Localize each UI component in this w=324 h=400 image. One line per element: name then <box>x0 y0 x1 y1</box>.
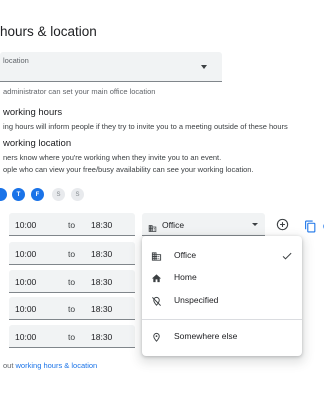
checkmark-icon <box>281 249 293 267</box>
more-options-button[interactable] <box>318 218 324 234</box>
to-label: to <box>68 332 76 342</box>
time-range-row[interactable]: 10:00 to 18:30 <box>9 213 135 236</box>
working-location-title[interactable]: working location <box>3 138 71 149</box>
end-time[interactable]: 18:30 <box>91 249 112 259</box>
end-time[interactable]: 18:30 <box>91 220 112 230</box>
day-toggle-thursday[interactable] <box>0 188 7 201</box>
day-toggle-tuesday[interactable]: T <box>12 188 25 201</box>
to-label: to <box>68 277 76 287</box>
add-time-button[interactable] <box>274 216 290 232</box>
time-range-row[interactable]: 10:00 to 18:30 <box>9 325 135 348</box>
footer-text: out working hours & location <box>3 361 97 370</box>
copy-icon <box>304 220 315 232</box>
footer-prefix: out <box>3 361 16 370</box>
working-location-description: ners know where you're working when they… <box>3 153 222 162</box>
office-location-select[interactable]: location <box>0 52 222 82</box>
location-pin-icon <box>151 330 162 348</box>
to-label: to <box>68 304 76 314</box>
time-range-row[interactable]: 10:00 to 18:30 <box>9 242 135 265</box>
menu-item-label: Office <box>174 250 197 260</box>
start-time[interactable]: 10:00 <box>15 220 36 230</box>
time-range-row[interactable]: 10:00 to 18:30 <box>9 270 135 293</box>
start-time[interactable]: 10:00 <box>15 277 36 287</box>
building-icon <box>151 249 162 267</box>
time-range-row[interactable]: 10:00 to 18:30 <box>9 297 135 320</box>
learn-more-link[interactable]: working hours & location <box>16 361 98 370</box>
end-time[interactable]: 18:30 <box>91 277 112 287</box>
menu-item-unspecified[interactable]: Unspecified <box>142 289 302 311</box>
end-time[interactable]: 18:30 <box>91 304 112 314</box>
section-title: hours & location <box>0 24 97 39</box>
menu-item-label: Somewhere else <box>174 331 238 341</box>
dropdown-arrow-icon <box>201 65 207 69</box>
location-dropdown-menu: Office Home Unspecified Somewhere else <box>142 236 302 356</box>
copy-button[interactable] <box>302 218 318 234</box>
menu-item-label: Home <box>174 272 197 282</box>
home-icon <box>151 271 162 289</box>
end-time[interactable]: 18:30 <box>91 332 112 342</box>
office-location-helper: administrator can set your main office l… <box>3 87 156 96</box>
day-toggle-friday[interactable]: F <box>31 188 44 201</box>
menu-divider <box>142 319 302 320</box>
start-time[interactable]: 10:00 <box>15 304 36 314</box>
day-toggle-saturday[interactable]: S <box>52 188 65 201</box>
menu-item-label: Unspecified <box>174 295 219 305</box>
working-location-description-2: ople who can view your free/busy availab… <box>3 165 254 174</box>
working-location-value: Office <box>162 220 185 230</box>
working-hours-title[interactable]: working hours <box>3 107 62 118</box>
to-label: to <box>68 249 76 259</box>
menu-item-office[interactable]: Office <box>142 244 302 266</box>
menu-item-somewhere-else[interactable]: Somewhere else <box>142 325 302 347</box>
add-circle-icon <box>276 218 288 230</box>
day-toggle-sunday[interactable]: S <box>71 188 84 201</box>
working-location-select[interactable]: Office <box>142 213 265 236</box>
start-time[interactable]: 10:00 <box>15 332 36 342</box>
menu-item-home[interactable]: Home <box>142 266 302 288</box>
location-off-icon <box>151 294 162 312</box>
office-location-label: location <box>3 56 29 65</box>
to-label: to <box>68 220 76 230</box>
working-hours-description: ing hours will inform people if they try… <box>3 122 288 131</box>
start-time[interactable]: 10:00 <box>15 249 36 259</box>
dropdown-arrow-icon <box>252 223 258 226</box>
